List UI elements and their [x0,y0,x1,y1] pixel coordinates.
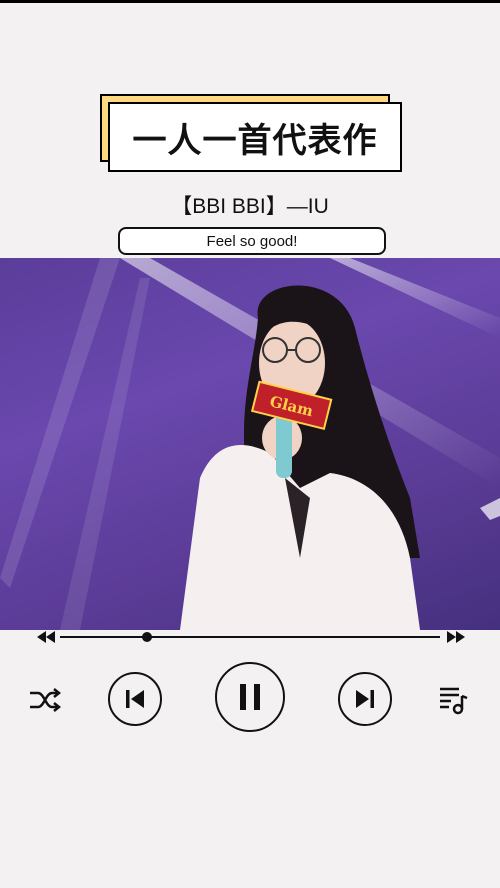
pause-icon [240,684,260,710]
stage-scene: Glam [0,258,500,630]
playback-controls [0,660,500,740]
tagline-badge: Feel so good! [118,227,386,255]
shuffle-button[interactable] [25,682,65,718]
stage-light-beam [60,278,150,630]
page-title: 一人一首代表作 [108,102,402,172]
playlist-icon [440,687,468,715]
star-sparkle [480,498,500,520]
stage-light-beam [0,258,120,588]
next-button[interactable] [338,672,392,726]
progress-knob[interactable] [142,632,153,642]
previous-button[interactable] [108,672,162,726]
top-border [0,0,500,3]
progress-bar[interactable] [0,628,500,648]
progress-track[interactable] [60,636,440,638]
skip-previous-icon [126,690,144,708]
pause-button[interactable] [215,662,285,732]
fast-forward-icon[interactable] [445,628,467,650]
stage-light-beam [330,258,500,338]
title-card: 一人一首代表作 [100,94,402,174]
fast-rewind-icon[interactable] [35,628,57,650]
shuffle-icon [30,688,62,712]
playlist-button[interactable] [433,680,473,720]
song-subtitle: 【BBI BBI】—IU [171,195,329,218]
video-frame[interactable]: Glam [0,258,500,630]
skip-next-icon [356,690,374,708]
